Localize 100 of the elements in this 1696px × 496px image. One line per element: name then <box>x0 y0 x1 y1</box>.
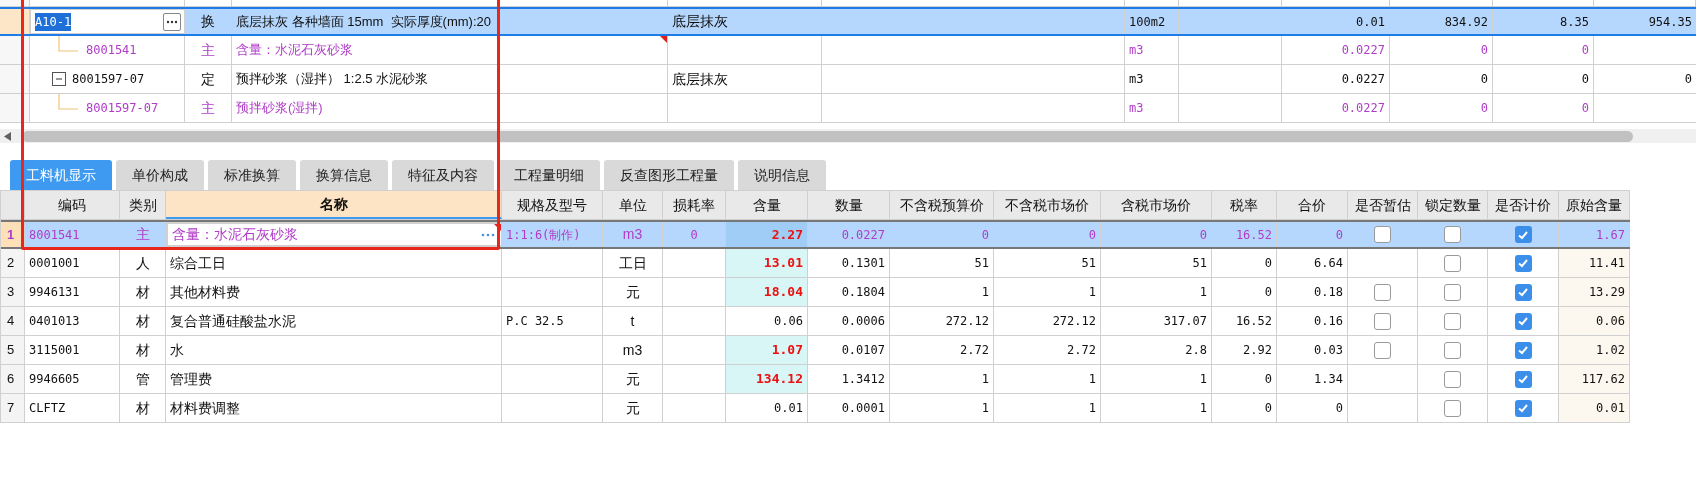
table-row[interactable]: 8001597-07 定 预拌砂浆（湿拌） 1:2.5 水泥砂浆 底层抹灰 m3 0.0227 0 0 0 <box>0 65 1696 94</box>
table-row[interactable]: 5 3115001 材 水 m3 1.07 0.0107 2.72 2.72 2.8 2.92 0.03 1.02 <box>1 336 1630 365</box>
row-number: 1 <box>6 225 16 244</box>
column-header[interactable]: 合价 <box>1277 191 1348 219</box>
checkbox[interactable] <box>1514 283 1532 301</box>
row-number: 4 <box>6 312 16 331</box>
table-cell-text: 0 <box>1581 71 1589 88</box>
checkbox[interactable] <box>1444 312 1461 330</box>
table-cell: 51 <box>994 249 1101 277</box>
checkbox[interactable] <box>1444 226 1461 243</box>
row-indicator[interactable] <box>0 65 30 93</box>
column-header[interactable]: 原始含量 <box>1559 191 1630 219</box>
more-icon[interactable] <box>481 232 495 237</box>
tab[interactable]: 换算信息 <box>300 160 388 190</box>
row-header[interactable]: 6 <box>1 365 25 393</box>
column-header[interactable]: 锁定数量 <box>1418 191 1488 219</box>
row-header[interactable]: 4 <box>1 307 25 335</box>
table-cell: 117.62 <box>1559 365 1630 393</box>
row-indicator[interactable] <box>0 9 30 34</box>
table-cell-text: 底层抹灰 各种墙面 15mm 实际厚度(mm):20 <box>236 12 491 31</box>
checkbox[interactable] <box>1514 399 1532 417</box>
tab[interactable]: 标准换算 <box>208 160 296 190</box>
table-row[interactable]: 4 0401013 材 复合普通硅酸盐水泥 P.C 32.5 t 0.06 0.0006 272.12 272.12 317.07 16.52 0.16 0.06 <box>1 307 1630 336</box>
table-cell: 9946605 <box>25 365 120 393</box>
table-cell-text: m3 <box>1129 100 1144 117</box>
tab[interactable]: 特征及内容 <box>392 160 494 190</box>
table-cell: 317.07 <box>1101 307 1212 335</box>
column-header[interactable]: 税率 <box>1212 191 1277 219</box>
row-number: 6 <box>6 370 16 389</box>
checkbox[interactable] <box>1374 283 1391 301</box>
scroll-left-icon[interactable] <box>4 131 12 141</box>
table-cell: 0.0006 <box>808 307 890 335</box>
table-cell: 元 <box>603 278 663 306</box>
tab[interactable]: 说明信息 <box>738 160 826 190</box>
table-row[interactable]: 2 0001001 人 综合工日 工日 13.01 0.1301 51 51 51 0 6.64 11.41 <box>1 249 1630 278</box>
column-header[interactable]: 含税市场价 <box>1101 191 1212 219</box>
tab[interactable]: 工程量明细 <box>498 160 600 190</box>
tab[interactable]: 单价构成 <box>116 160 204 190</box>
table-cell: 51 <box>1101 249 1212 277</box>
tab[interactable]: 反查图形工程量 <box>604 160 734 190</box>
table-cell-text: 主 <box>201 40 215 60</box>
table-cell: 1 <box>890 278 994 306</box>
column-header[interactable]: 不含税预算价 <box>890 191 994 219</box>
checkbox[interactable] <box>1514 341 1532 359</box>
item-code: A10-1 <box>35 12 72 31</box>
table-cell-text: 834.92 <box>1444 13 1488 31</box>
table-row[interactable]: A10-1 换 底层抹灰 各种墙面 15mm 实际厚度(mm):20 底层抹灰 100m2 0.01 834.92 8.35 954.35 <box>0 7 1696 36</box>
checkbox[interactable] <box>1514 254 1532 272</box>
row-header[interactable]: 2 <box>1 249 25 277</box>
column-header[interactable]: 是否暂估 <box>1348 191 1418 219</box>
row-indicator[interactable] <box>0 94 30 122</box>
column-header[interactable]: 含量 <box>726 191 808 219</box>
table-cell: 0 <box>1212 394 1277 422</box>
column-header[interactable]: 不含税市场价 <box>994 191 1101 219</box>
checkbox[interactable] <box>1444 370 1461 388</box>
row-header[interactable]: 5 <box>1 336 25 364</box>
row-header[interactable]: 3 <box>1 278 25 306</box>
table-cell: 1.07 <box>726 336 808 364</box>
code-field[interactable]: A10-1 <box>30 9 185 34</box>
collapse-toggle[interactable] <box>52 72 66 86</box>
table-cell-text: 0.0227 <box>1341 71 1385 88</box>
table-cell: 0 <box>1101 222 1212 247</box>
table-row[interactable]: 6 9946605 管 管理费 元 134.12 1.3412 1 1 1 0 1.34 117.62 <box>1 365 1630 394</box>
checkmark-icon <box>1517 402 1529 414</box>
checkbox[interactable] <box>1514 226 1532 243</box>
table-cell: 11.41 <box>1559 249 1630 277</box>
scrollbar-thumb[interactable] <box>22 130 1633 142</box>
column-header[interactable]: 损耗率 <box>663 191 726 219</box>
checkbox[interactable] <box>1374 226 1391 243</box>
more-button[interactable] <box>163 12 181 31</box>
table-cell: 0401013 <box>25 307 120 335</box>
column-header[interactable]: 规格及型号 <box>502 191 603 219</box>
table-row[interactable]: 8001541 主 含量：水泥石灰砂浆 m3 0.0227 0 0 <box>0 36 1696 65</box>
row-indicator[interactable] <box>0 36 30 64</box>
table-row[interactable]: 7 CLFTZ 材 材料费调整 元 0.01 0.0001 1 1 1 0 0 0.01 <box>1 394 1630 423</box>
column-header[interactable]: 单位 <box>603 191 663 219</box>
table-cell: 0.0107 <box>808 336 890 364</box>
column-header[interactable]: 是否计价 <box>1488 191 1559 219</box>
table-cell-text: 0.01 <box>1356 13 1385 31</box>
checkbox[interactable] <box>1444 283 1461 301</box>
column-header[interactable]: 编码 <box>25 191 120 219</box>
checkbox[interactable] <box>1374 341 1391 359</box>
checkbox[interactable] <box>1514 370 1532 388</box>
table-cell-text: 100m2 <box>1129 13 1166 31</box>
checkmark-icon <box>1517 344 1529 356</box>
row-header[interactable]: 7 <box>1 394 25 422</box>
horizontal-scrollbar[interactable] <box>0 129 1696 143</box>
checkbox[interactable] <box>1514 312 1532 330</box>
table-cell: 2.72 <box>890 336 994 364</box>
column-header[interactable]: 数量 <box>808 191 890 219</box>
table-row[interactable]: 3 9946131 材 其他材料费 元 18.04 0.1804 1 1 1 0 0.18 13.29 <box>1 278 1630 307</box>
table-cell-text: 0 <box>1480 71 1488 88</box>
table-cell: 0.16 <box>1277 307 1348 335</box>
column-header[interactable]: 名称 <box>166 191 502 219</box>
checkbox[interactable] <box>1444 399 1461 417</box>
checkbox[interactable] <box>1444 341 1461 359</box>
table-cell: 272.12 <box>890 307 994 335</box>
checkbox[interactable] <box>1444 254 1461 272</box>
checkbox[interactable] <box>1374 312 1391 330</box>
table-row[interactable]: 8001597-07 主 预拌砂浆(湿拌) m3 0.0227 0 0 <box>0 94 1696 123</box>
